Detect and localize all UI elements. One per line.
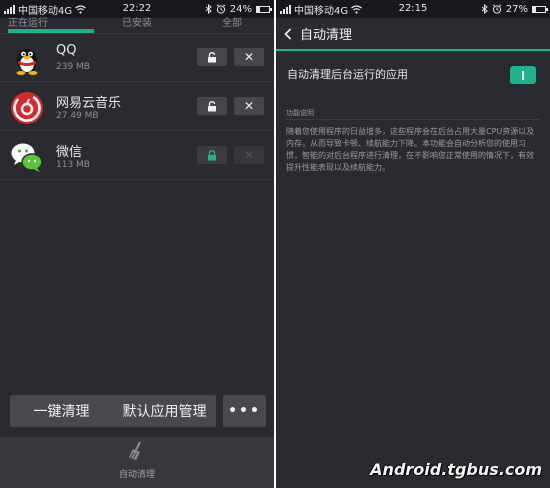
feature-description: 随着您使用程序的日益增多，这些程序会在后台占用大量CPU资源以及内存，从而导致卡… xyxy=(286,127,535,172)
more-options-button[interactable]: ••• xyxy=(223,395,266,427)
alarm-icon xyxy=(492,4,502,14)
unlock-icon xyxy=(208,100,216,111)
wechat-icon xyxy=(11,143,43,172)
close-app-button[interactable]: ✕ xyxy=(234,48,264,66)
lock-icon xyxy=(208,149,216,160)
battery-percent: 27% xyxy=(505,3,528,15)
status-bar: 中国移动4G 22:15 27% xyxy=(276,0,550,18)
app-size: 27.49 MB xyxy=(56,111,99,121)
battery-icon xyxy=(256,5,272,13)
nav-label: 自动清理 xyxy=(118,470,155,480)
unlock-icon xyxy=(208,51,216,62)
lock-button[interactable] xyxy=(197,97,227,115)
battery-percent: 24% xyxy=(229,3,252,15)
battery-icon xyxy=(532,5,548,13)
app-name: 微信 xyxy=(56,145,83,160)
setting-label: 自动清理后台运行的应用 xyxy=(287,68,408,81)
list-item[interactable]: 微信 113 MB ✕ xyxy=(0,132,274,180)
list-item[interactable]: QQ 239 MB ✕ xyxy=(0,34,274,82)
title-bar: 自动清理 xyxy=(276,18,550,51)
app-size: 239 MB xyxy=(56,62,90,72)
section-label: 功能说明 xyxy=(286,109,314,117)
broom-icon xyxy=(129,441,141,460)
divider xyxy=(286,119,540,120)
list-item[interactable]: 网易云音乐 27.49 MB ✕ xyxy=(0,83,274,131)
tab-running[interactable]: 正在运行 xyxy=(8,14,48,29)
chevron-left-icon[interactable] xyxy=(284,27,292,40)
app-size: 113 MB xyxy=(56,160,90,170)
running-apps-screen: 中国移动4G 22:22 24% 正在运行 已安装 全部 QQ 239 MB ✕… xyxy=(0,0,274,488)
bluetooth-icon xyxy=(205,4,212,14)
netease-music-icon xyxy=(11,92,43,124)
one-click-clean-button[interactable]: 一键清理 xyxy=(10,395,113,427)
bottom-nav: 自动清理 xyxy=(0,437,274,488)
watermark: Android.tgbus.com xyxy=(370,460,542,479)
toggle-on-mark xyxy=(522,70,524,80)
page-title: 自动清理 xyxy=(300,28,353,43)
close-icon: ✕ xyxy=(243,50,255,64)
close-icon: ✕ xyxy=(243,148,255,162)
lock-button[interactable] xyxy=(197,146,227,164)
nav-auto-clean[interactable]: 自动清理 xyxy=(104,441,170,480)
close-app-button[interactable]: ✕ xyxy=(234,146,264,164)
qq-penguin-icon xyxy=(16,49,38,75)
bluetooth-icon xyxy=(481,4,488,14)
alarm-icon xyxy=(216,4,226,14)
auto-clean-toggle[interactable] xyxy=(510,66,536,84)
auto-clean-setting[interactable]: 自动清理后台运行的应用 xyxy=(287,66,540,88)
lock-button[interactable] xyxy=(197,48,227,66)
app-name: QQ xyxy=(56,43,77,58)
app-name: 网易云音乐 xyxy=(56,96,122,111)
tab-all[interactable]: 全部 xyxy=(222,14,242,29)
default-apps-button[interactable]: 默认应用管理 xyxy=(113,395,216,427)
close-icon: ✕ xyxy=(243,99,255,113)
tab-installed[interactable]: 已安装 xyxy=(122,14,152,29)
auto-clean-settings-screen: 中国移动4G 22:15 27% 自动清理 自动清理后台运行的应用 功能说明 随… xyxy=(276,0,550,488)
close-app-button[interactable]: ✕ xyxy=(234,97,264,115)
